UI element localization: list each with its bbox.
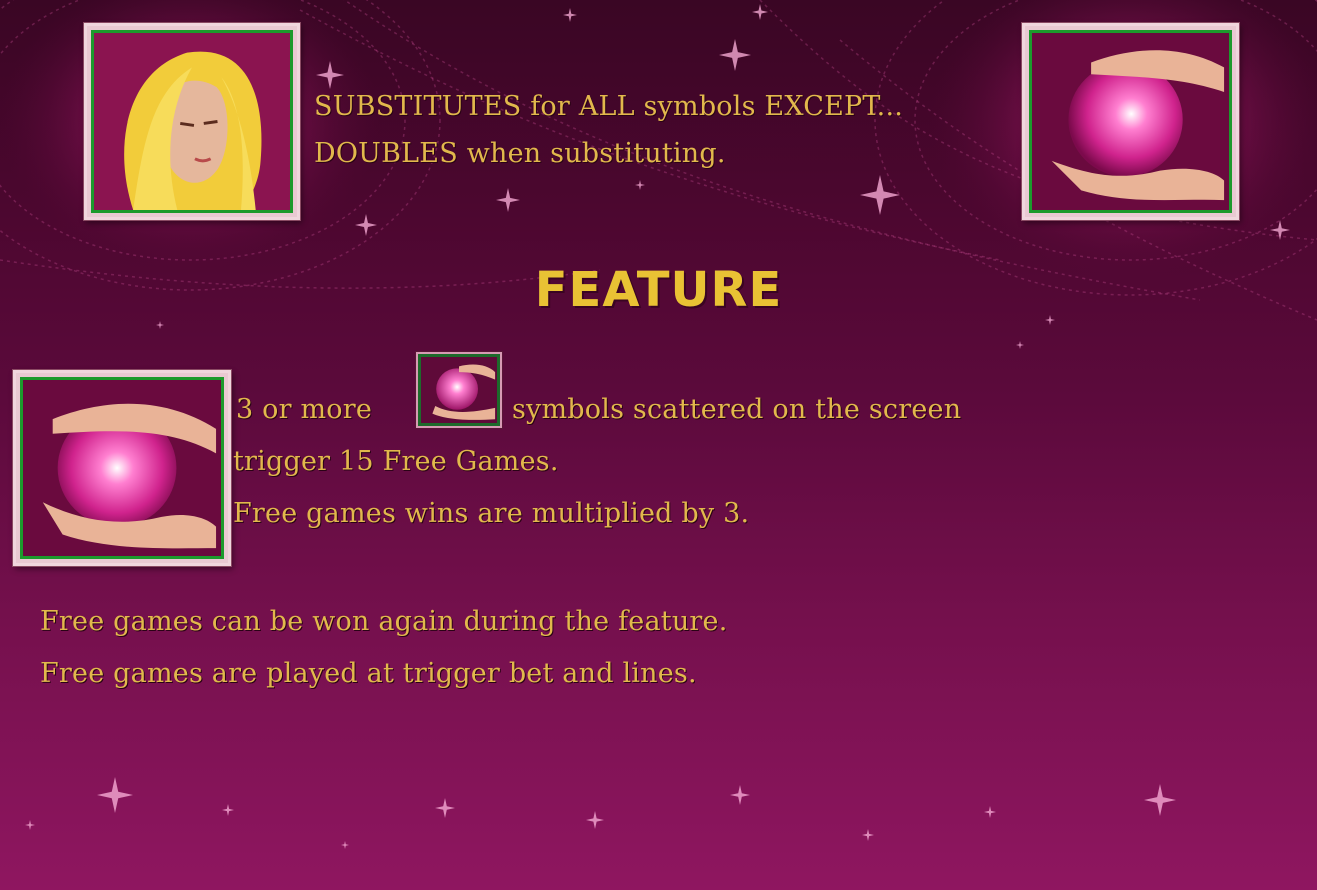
sparkle-star bbox=[635, 180, 645, 190]
feature-title: FEATURE bbox=[534, 262, 783, 318]
inline-scatter-icon bbox=[416, 352, 502, 428]
scatter-rule-prefix: 3 or more bbox=[236, 394, 373, 425]
retrigger-rule: Free games can be won again during the f… bbox=[40, 606, 728, 637]
crystal-ball-hands-icon bbox=[1029, 30, 1232, 213]
trigger-rule: trigger 15 Free Games. bbox=[233, 446, 559, 477]
sparkle-star bbox=[1144, 784, 1176, 816]
paytable-screen: SUBSTITUTES for ALL symbols EXCEPT... DO… bbox=[0, 0, 1317, 890]
sparkle-star bbox=[719, 39, 751, 71]
blonde-sorceress-icon bbox=[91, 30, 293, 213]
wild-symbol-tile bbox=[84, 23, 300, 220]
sparkle-star bbox=[862, 829, 874, 841]
feature-scatter-tile bbox=[13, 370, 231, 566]
sparkle-star bbox=[355, 214, 377, 236]
sparkle-star bbox=[25, 820, 35, 830]
multiplier-rule: Free games wins are multiplied by 3. bbox=[233, 498, 750, 529]
sparkle-star bbox=[1016, 341, 1024, 349]
scatter-rule-suffix: symbols scattered on the screen bbox=[512, 394, 962, 425]
crystal-ball-hands-icon bbox=[20, 377, 224, 559]
sparkle-star bbox=[435, 798, 455, 818]
sparkle-star bbox=[341, 841, 349, 849]
sparkle-star bbox=[97, 777, 133, 813]
sparkle-star bbox=[496, 188, 520, 212]
sparkle-star bbox=[730, 785, 750, 805]
scatter-symbol-tile bbox=[1022, 23, 1239, 220]
sparkle-star bbox=[156, 321, 164, 329]
sparkle-star bbox=[563, 8, 577, 22]
bet-rule: Free games are played at trigger bet and… bbox=[40, 658, 697, 689]
wild-description-line-2: DOUBLES when substituting. bbox=[314, 138, 726, 169]
sparkle-star bbox=[586, 811, 604, 829]
sparkle-star bbox=[222, 804, 234, 816]
sparkle-star bbox=[984, 806, 996, 818]
sparkle-star bbox=[860, 175, 900, 215]
wild-description-line-1: SUBSTITUTES for ALL symbols EXCEPT... bbox=[314, 91, 904, 122]
